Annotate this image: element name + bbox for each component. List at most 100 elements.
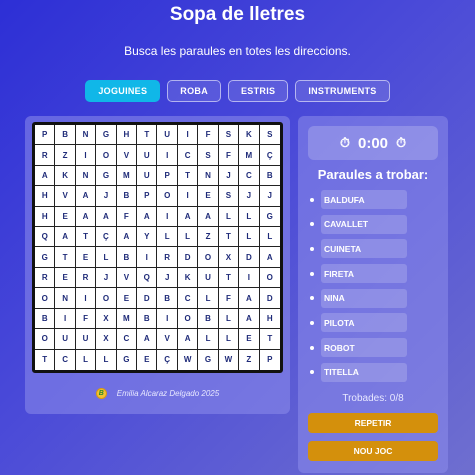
grid-cell[interactable]: T [75,227,97,248]
grid-cell[interactable]: G [96,125,117,146]
grid-cell[interactable]: L [198,288,219,309]
grid-cell[interactable]: T [55,247,76,268]
grid-cell[interactable]: L [218,308,240,330]
grid-cell[interactable]: C [177,145,199,166]
tab-roba[interactable]: ROBA [167,80,221,102]
grid-cell[interactable]: A [137,206,158,228]
grid-cell[interactable]: Q [35,227,56,248]
grid-cell[interactable]: J [157,267,178,289]
tab-joguines[interactable]: JOGUINES [85,80,161,102]
grid-cell[interactable]: J [259,186,280,207]
grid-cell[interactable]: N [198,165,219,187]
grid-cell[interactable]: S [218,186,240,207]
grid-cell[interactable]: A [35,165,56,187]
repeat-button[interactable]: REPETIR [308,413,438,433]
grid-cell[interactable]: F [218,145,240,166]
grid-cell[interactable]: F [116,206,138,228]
grid-cell[interactable]: A [259,247,280,268]
grid-cell[interactable]: T [35,349,56,370]
grid-cell[interactable]: K [55,165,76,187]
grid-cell[interactable]: I [157,308,178,330]
tab-instruments[interactable]: INSTRUMENTS [295,80,390,102]
grid-cell[interactable]: Z [55,145,76,166]
grid-cell[interactable]: Ç [157,349,178,370]
grid-cell[interactable]: V [157,329,178,350]
grid-cell[interactable]: O [96,288,117,309]
grid-cell[interactable]: U [75,329,97,350]
grid-cell[interactable]: I [75,145,97,166]
grid-cell[interactable]: E [198,186,219,207]
grid-cell[interactable]: G [259,207,280,228]
grid-cell[interactable]: B [157,288,178,309]
grid-cell[interactable]: T [259,329,280,350]
grid-cell[interactable]: L [177,227,199,248]
grid-cell[interactable]: H [35,186,56,207]
grid-cell[interactable]: Z [198,227,219,248]
grid-cell[interactable]: T [137,125,158,146]
grid-cell[interactable]: E [116,288,138,309]
grid-cell[interactable]: E [55,267,76,289]
grid-cell[interactable]: O [157,186,178,207]
grid-cell[interactable]: F [198,125,219,146]
grid-cell[interactable]: B [116,186,138,207]
grid-cell[interactable]: U [198,267,219,289]
grid-cell[interactable]: U [157,125,178,146]
grid-cell[interactable]: C [239,165,260,187]
grid-cell[interactable]: X [96,308,117,330]
grid-cell[interactable]: A [177,206,199,228]
grid-cell[interactable]: S [198,145,219,166]
grid-cell[interactable]: Z [239,349,260,370]
grid-cell[interactable]: I [137,247,158,268]
grid-cell[interactable]: J [96,267,117,289]
grid-cell[interactable]: I [157,206,178,228]
grid-cell[interactable]: X [218,247,240,268]
grid-cell[interactable]: H [35,206,56,228]
grid-cell[interactable]: D [137,288,158,309]
grid-cell[interactable]: U [137,145,158,166]
grid-cell[interactable]: L [218,206,240,228]
grid-cell[interactable]: O [35,329,56,350]
grid-cell[interactable]: M [239,145,260,166]
grid-cell[interactable]: A [239,308,260,330]
grid-cell[interactable]: L [76,349,97,370]
grid-cell[interactable]: O [35,288,56,309]
grid-cell[interactable]: G [35,247,56,268]
grid-cell[interactable]: H [259,309,280,330]
grid-cell[interactable]: L [239,227,260,248]
grid-cell[interactable]: W [219,349,240,370]
grid-cell[interactable]: P [137,186,158,207]
grid-cell[interactable]: I [239,267,260,289]
grid-cell[interactable]: E [55,206,76,228]
grid-cell[interactable]: D [239,247,260,268]
grid-cell[interactable]: M [116,165,138,187]
grid-cell[interactable]: L [198,329,219,350]
grid-cell[interactable]: Y [137,227,158,248]
grid-cell[interactable]: E [75,247,97,268]
grid-cell[interactable]: K [177,267,199,289]
grid-cell[interactable]: N [75,125,97,146]
grid-cell[interactable]: D [177,247,199,268]
grid-cell[interactable]: O [177,308,199,330]
grid-cell[interactable]: X [96,329,117,350]
grid-cell[interactable]: Ç [96,227,117,248]
grid-cell[interactable]: U [55,329,76,350]
grid-cell[interactable]: C [116,329,138,350]
grid-cell[interactable]: E [239,329,260,350]
grid-cell[interactable]: V [116,267,138,289]
grid-cell[interactable]: S [259,125,280,146]
grid-cell[interactable]: B [116,247,138,268]
grid-cell[interactable]: U [137,165,158,187]
grid-cell[interactable]: M [116,308,138,330]
grid-cell[interactable]: B [35,308,56,330]
grid-cell[interactable]: A [96,206,117,228]
grid-cell[interactable]: T [218,267,240,289]
grid-cell[interactable]: O [259,268,280,289]
grid-cell[interactable]: E [137,349,158,370]
grid-cell[interactable]: G [117,349,138,370]
grid-cell[interactable]: L [259,227,280,248]
grid-cell[interactable]: F [75,308,97,330]
grid-cell[interactable]: P [35,125,56,146]
grid-cell[interactable]: Q [137,267,158,289]
grid-cell[interactable]: G [96,165,117,187]
grid-cell[interactable]: R [35,267,56,289]
